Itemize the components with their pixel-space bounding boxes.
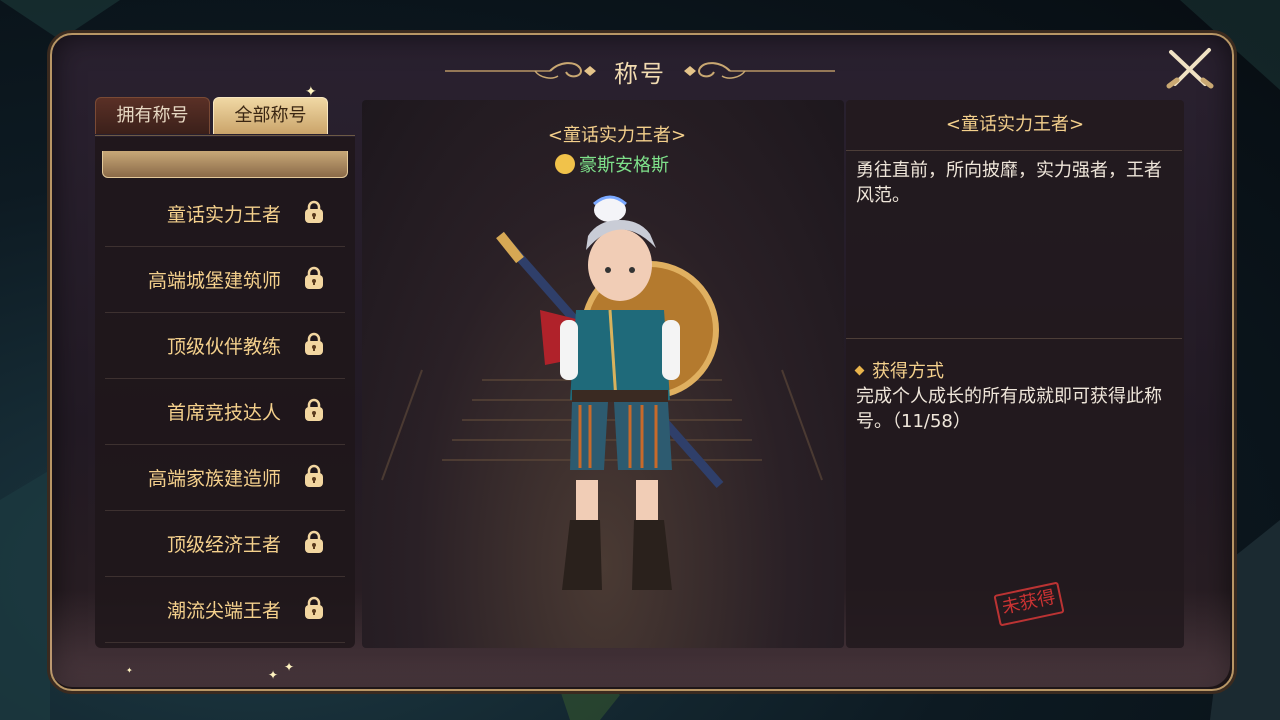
list-item-selected-partial[interactable] <box>102 151 348 178</box>
tab-all-titles[interactable]: 全部称号 <box>213 97 328 134</box>
list-item-title-7[interactable]: 潮流尖端王者 <box>105 578 345 643</box>
title-ornament-right-icon <box>684 62 835 79</box>
sparkle-icon: ✦ <box>305 84 317 100</box>
sparkle-icon: ✦ <box>284 660 295 674</box>
list-item-title-1[interactable]: 童话实力王者 <box>105 182 345 247</box>
preview-character-name-row: 豪斯安格斯 <box>555 151 669 177</box>
list-item-title-3[interactable]: 顶级伙伴教练 <box>105 314 345 379</box>
close-button[interactable] <box>1165 44 1215 90</box>
character-model[interactable] <box>490 190 730 600</box>
close-crossed-swords-icon <box>1166 48 1214 89</box>
preview-title-tag: <童话实力王者> <box>547 125 687 146</box>
companion-badge-icon <box>555 154 575 174</box>
lock-icon <box>305 530 323 553</box>
list-item-title-2[interactable]: 高端城堡建筑师 <box>105 248 345 313</box>
tabs-divider <box>95 135 355 136</box>
diamond-bullet-icon <box>854 365 865 376</box>
detail-divider <box>846 150 1182 151</box>
list-item-label: 高端城堡建筑师 <box>147 270 281 292</box>
how-to-get-text: 完成个人成长的所有成就即可获得此称号。（11/58） <box>856 386 1162 432</box>
list-item-label: 高端家族建造师 <box>147 468 281 490</box>
lock-icon <box>305 398 323 421</box>
lock-icon <box>305 464 323 487</box>
list-item-title-5[interactable]: 高端家族建造师 <box>105 446 345 511</box>
list-item-label: 顶级伙伴教练 <box>166 336 281 358</box>
tab-owned-titles[interactable]: 拥有称号 <box>95 97 210 134</box>
list-item-label: 顶级经济王者 <box>166 534 281 556</box>
how-to-get-label: 获得方式 <box>872 361 944 382</box>
detail-description: 勇往直前，所向披靡，实力强者，王者风范。 <box>856 160 1162 206</box>
list-item-title-6[interactable]: 顶级经济王者 <box>105 512 345 577</box>
detail-divider <box>846 338 1182 339</box>
list-item-label: 童话实力王者 <box>166 204 281 226</box>
list-item-title-4[interactable]: 首席竞技达人 <box>105 380 345 445</box>
how-to-get-heading: 获得方式 <box>854 357 944 383</box>
preview-character-name: 豪斯安格斯 <box>579 155 669 176</box>
sparkle-icon: ✦ <box>126 666 133 675</box>
lock-icon <box>305 332 323 355</box>
dialog-header: 称号 <box>440 50 840 90</box>
sparkle-icon: ✦ <box>268 668 279 682</box>
list-item-label: 潮流尖端王者 <box>166 600 281 622</box>
list-item-label: 首席竞技达人 <box>166 402 281 424</box>
detail-title: <童话实力王者> <box>945 114 1085 135</box>
title-list[interactable]: 童话实力王者 高端城堡建筑师 顶级伙伴教练 首席竞技达人 高端家族建造师 顶级经… <box>95 137 355 648</box>
lock-icon <box>305 596 323 619</box>
lock-icon <box>305 200 323 223</box>
lock-icon <box>305 266 323 289</box>
